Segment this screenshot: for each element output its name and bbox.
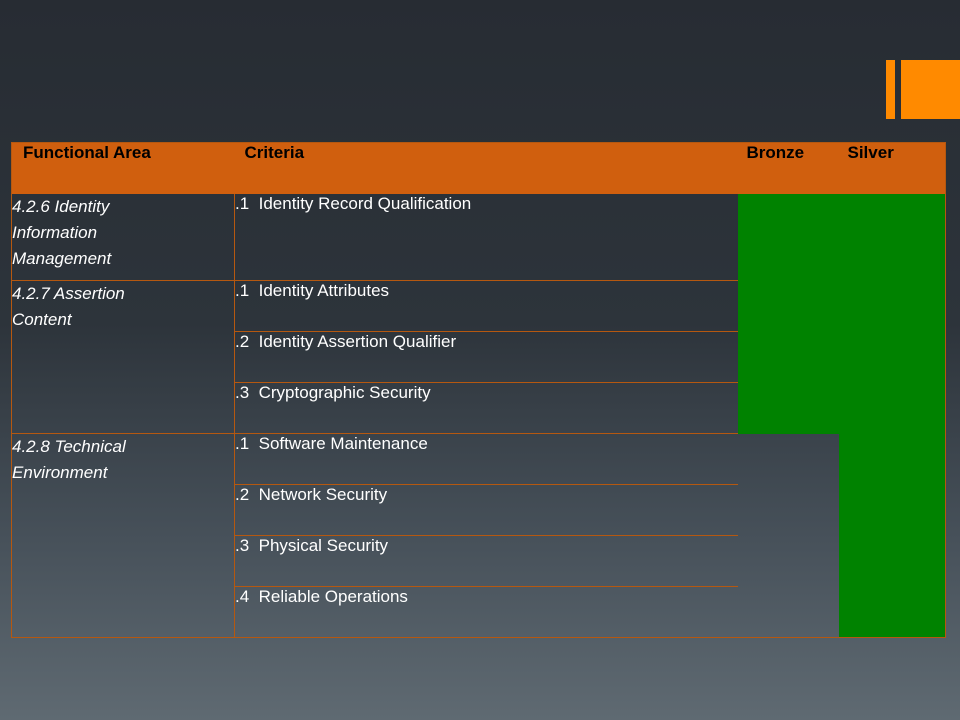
accent-bar (886, 60, 895, 119)
criteria-cell: .1 Identity Attributes (234, 280, 738, 332)
header-functional-area: Functional Area (11, 142, 235, 194)
criteria-cell: .2 Network Security (234, 484, 738, 536)
accent-block (901, 60, 960, 119)
header-silver: Silver (838, 142, 946, 194)
header-row: Functional Area Criteria Bronze Silver (11, 142, 946, 194)
criteria-cell: .3 Physical Security (234, 535, 738, 587)
table-row: 4.2.7 Assertion Content .1 Identity Attr… (11, 280, 946, 434)
silver-mark (838, 194, 946, 281)
silver-mark (838, 433, 946, 485)
area-line: Management (12, 249, 112, 268)
functional-area-cell: 4.2.7 Assertion Content (11, 280, 235, 434)
bronze-empty (738, 536, 839, 587)
header-criteria: Criteria (234, 142, 738, 194)
header-bronze: Bronze (737, 142, 839, 194)
bronze-mark (737, 331, 839, 383)
criteria-cell: .3 Cryptographic Security (234, 382, 738, 434)
silver-mark (838, 586, 946, 638)
criteria-cell: .2 Identity Assertion Qualifier (234, 331, 738, 383)
bronze-empty (738, 587, 839, 638)
silver-mark (838, 331, 946, 383)
criteria-cell: .1 Software Maintenance (234, 433, 738, 485)
area-line: Environment (12, 463, 108, 482)
table-row: 4.2.8 Technical Environment .1 Software … (11, 433, 946, 638)
silver-mark (838, 535, 946, 587)
bronze-mark (737, 382, 839, 434)
functional-area-cell: 4.2.8 Technical Environment (11, 433, 235, 638)
area-line: Information (12, 223, 98, 242)
functional-area-cell: 4.2.6 Identity Information Management (11, 194, 235, 281)
criteria-cell: .1 Identity Record Qualification (234, 194, 738, 281)
bronze-empty (738, 485, 839, 536)
table-row: 4.2.6 Identity Information Management .1… (11, 194, 946, 281)
area-line: 4.2.6 Identity (12, 197, 110, 216)
silver-mark (838, 280, 946, 332)
bronze-mark (737, 194, 839, 281)
silver-mark (838, 382, 946, 434)
bronze-mark (737, 280, 839, 332)
silver-mark (838, 484, 946, 536)
bronze-empty (738, 434, 839, 485)
area-line: 4.2.7 Assertion (12, 284, 125, 303)
criteria-cell: .4 Reliable Operations (235, 587, 408, 606)
criteria-table: Functional Area Criteria Bronze Silver 4… (11, 142, 946, 638)
area-line: Content (12, 310, 72, 329)
area-line: 4.2.8 Technical (12, 437, 126, 456)
